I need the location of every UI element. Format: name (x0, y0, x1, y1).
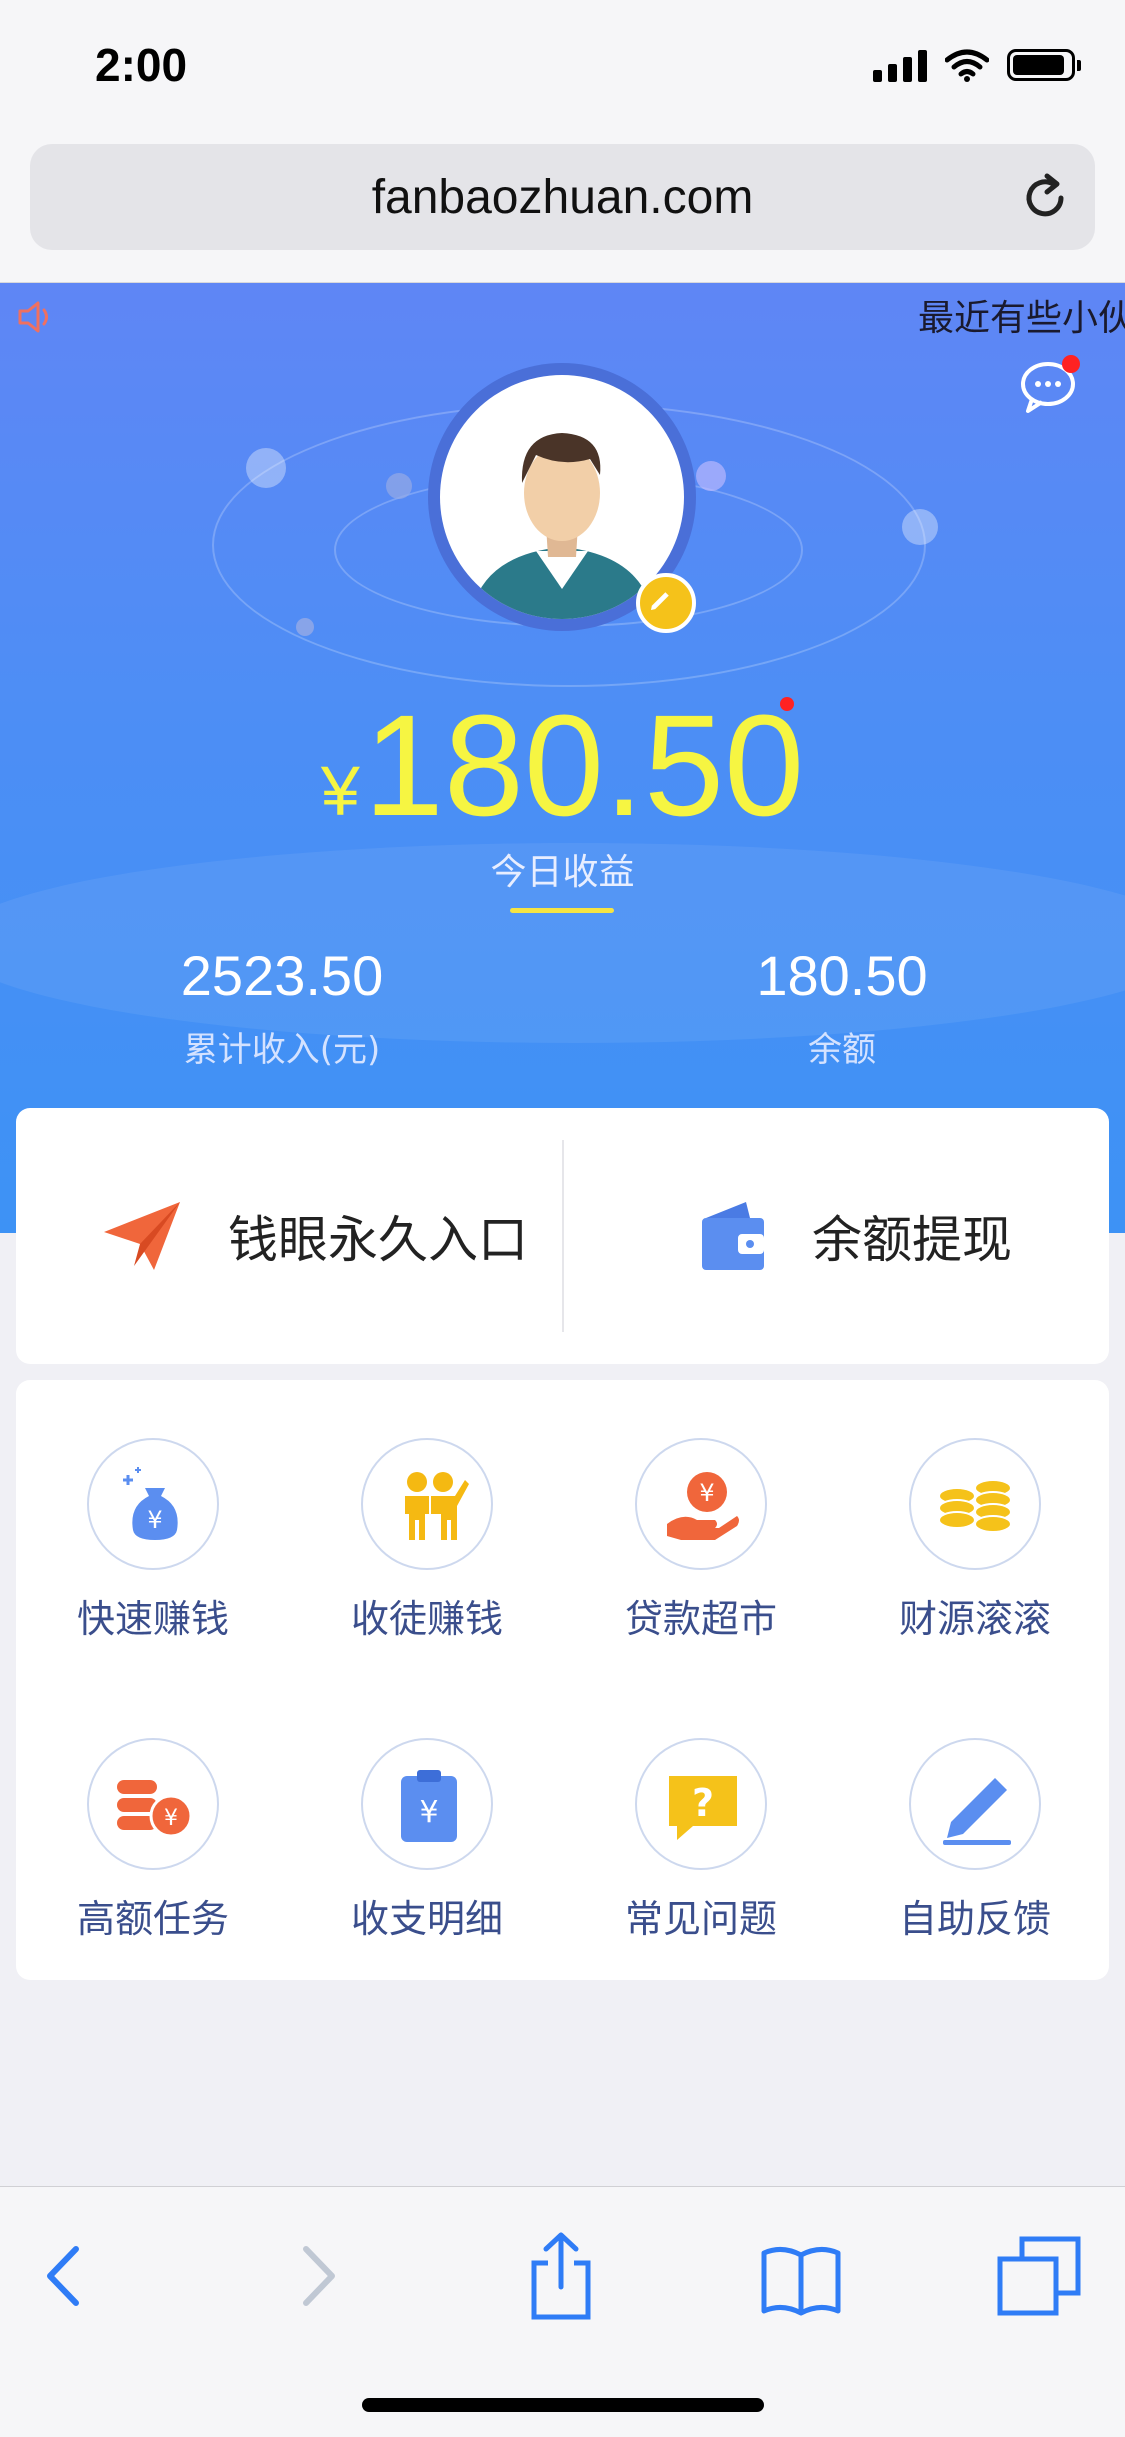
feature-grid: ¥ 快速赚钱 收徒赚钱 ¥ 贷款超市 财源滚滚 ¥ 高额任务 ¥ 收支明细 ? (16, 1380, 1109, 1980)
today-underline (510, 908, 614, 913)
grid-label: 自助反馈 (898, 1897, 1051, 1941)
grid-item-faq[interactable]: ? 常见问题 (576, 1738, 826, 1943)
entry-divider (562, 1140, 564, 1332)
decor-bubble (246, 448, 286, 488)
grid-item-transactions[interactable]: ¥ 收支明细 (302, 1738, 552, 1943)
grid-item-quick-earn[interactable]: ¥ 快速赚钱 (28, 1438, 278, 1643)
earnings-header: 最近有些小伙 ¥180.50 今日收益 2523.50 累计收入(元) 180.… (0, 283, 1125, 1233)
url-text[interactable]: fanbaozhuan.com (30, 170, 1095, 225)
grid-item-loan-market[interactable]: ¥ 贷款超市 (576, 1438, 826, 1643)
svg-text:¥: ¥ (147, 1506, 162, 1534)
speaker-icon[interactable] (14, 295, 58, 339)
edit-avatar-icon[interactable] (636, 573, 696, 633)
address-bar[interactable]: fanbaozhuan.com (30, 144, 1095, 250)
clipboard-yen-icon: ¥ (361, 1738, 493, 1870)
grid-label: 收徒赚钱 (350, 1597, 503, 1641)
tabs-icon[interactable] (994, 2231, 1084, 2321)
reload-icon[interactable] (1017, 170, 1073, 226)
money-bag-icon: ¥ (87, 1438, 219, 1570)
grid-label: 高额任务 (76, 1897, 229, 1941)
people-icon (361, 1438, 493, 1570)
balance-value: 180.50 (756, 944, 928, 1007)
withdraw-label: 余额提现 (812, 1211, 1012, 1269)
grid-label: 常见问题 (624, 1897, 777, 1941)
grid-item-recruit[interactable]: 收徒赚钱 (302, 1438, 552, 1643)
permanent-entry-label: 钱眼永久入口 (228, 1211, 528, 1269)
share-icon[interactable] (516, 2231, 606, 2321)
coin-stack-icon (909, 1438, 1041, 1570)
browser-toolbar: fanbaozhuan.com (0, 140, 1125, 283)
announcement-marquee[interactable]: 最近有些小伙 (918, 289, 1125, 341)
question-icon: ? (635, 1738, 767, 1870)
grid-item-feedback[interactable]: 自助反馈 (850, 1738, 1100, 1943)
svg-text:¥: ¥ (419, 1795, 438, 1830)
today-earnings-amount: ¥180.50 (0, 683, 1125, 849)
amount-notification-dot (780, 697, 794, 711)
notification-dot (1062, 355, 1080, 373)
status-bar: 2:00 (0, 0, 1125, 140)
today-earnings-label: 今日收益 (490, 852, 635, 893)
pencil-icon (909, 1738, 1041, 1870)
balance-label: 余额 (808, 1030, 876, 1070)
total-income-label: 累计收入(元) (183, 1030, 381, 1070)
grid-item-high-tasks[interactable]: ¥ 高额任务 (28, 1738, 278, 1943)
grid-label: 贷款超市 (624, 1597, 777, 1641)
total-income-value: 2523.50 (180, 944, 384, 1007)
quick-entry-card: 钱眼永久入口 余额提现 (16, 1108, 1109, 1364)
forward-icon[interactable] (272, 2231, 362, 2321)
decor-bubble (902, 509, 938, 545)
today-amount-value: 180.50 (363, 685, 805, 846)
coin-hand-icon: ¥ (635, 1438, 767, 1570)
coins-yen-icon: ¥ (87, 1738, 219, 1870)
status-time: 2:00 (95, 39, 188, 91)
withdraw-button[interactable]: 余额提现 (698, 1108, 1012, 1364)
grid-item-wealth[interactable]: 财源滚滚 (850, 1438, 1100, 1643)
home-indicator (362, 2398, 764, 2412)
decor-bubble (386, 473, 412, 499)
battery-icon (1007, 49, 1081, 81)
svg-text:?: ? (692, 1781, 714, 1825)
paper-plane-icon (104, 1202, 180, 1270)
grid-label: 快速赚钱 (76, 1597, 229, 1641)
decor-bubble (296, 618, 314, 636)
wifi-icon (945, 49, 989, 82)
permanent-entry-button[interactable]: 钱眼永久入口 (100, 1108, 528, 1364)
grid-label: 收支明细 (350, 1897, 503, 1941)
bookmarks-icon[interactable] (756, 2231, 846, 2321)
cellular-signal-icon (873, 48, 927, 82)
decor-bubble (696, 461, 726, 491)
balance-stat: 180.50 余额 (642, 943, 1042, 1071)
svg-text:¥: ¥ (164, 1806, 178, 1831)
currency-symbol: ¥ (320, 752, 360, 830)
grid-label: 财源滚滚 (898, 1597, 1051, 1641)
wallet-icon (702, 1202, 764, 1270)
status-icons (873, 48, 1081, 82)
total-income-stat: 2523.50 累计收入(元) (82, 943, 482, 1071)
back-icon[interactable] (20, 2231, 110, 2321)
svg-text:¥: ¥ (699, 1479, 714, 1507)
